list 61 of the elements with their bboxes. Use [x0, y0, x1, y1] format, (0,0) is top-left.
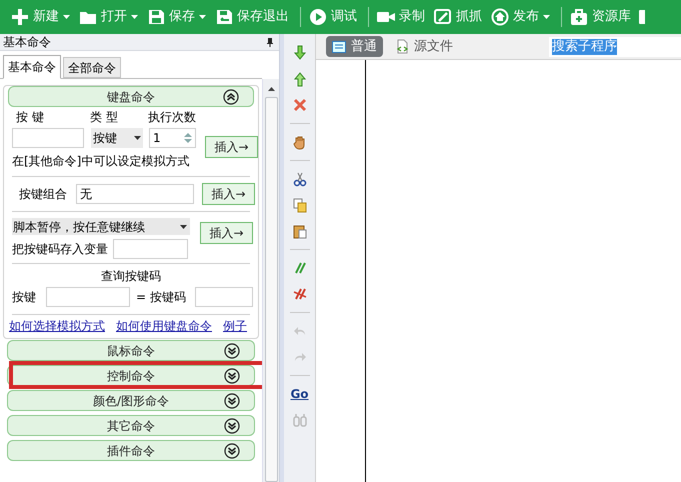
scrollbar-thumb[interactable]: [264, 97, 278, 482]
scissors-icon[interactable]: [292, 171, 308, 187]
hand-icon[interactable]: [292, 134, 308, 150]
column-label: 按 键: [16, 109, 45, 126]
field-label: 按键: [12, 289, 36, 306]
plus-icon: [11, 8, 29, 26]
panel-tab[interactable]: 全部命令: [63, 57, 121, 78]
copy-icon[interactable]: [292, 197, 308, 213]
double-chevron-up-icon[interactable]: [223, 89, 239, 105]
double-chevron-down-icon[interactable]: [224, 443, 240, 459]
list-icon: [332, 40, 346, 52]
caret-icon: [180, 224, 187, 228]
section-header[interactable]: 插件命令: [7, 440, 255, 461]
double-chevron-down-icon[interactable]: [224, 343, 240, 359]
insert-button[interactable]: 插入→: [205, 136, 258, 158]
down-arrow-icon[interactable]: [292, 45, 308, 61]
insert-button[interactable]: 插入→: [202, 183, 255, 205]
section-header[interactable]: 键盘命令: [8, 86, 254, 107]
scroll-up-icon[interactable]: [268, 87, 274, 91]
field-label: = 按键码: [136, 289, 186, 306]
editor-tab[interactable]: 普通: [326, 36, 383, 57]
code-file-icon: [395, 39, 409, 54]
picker-icon: [434, 8, 452, 26]
section-subtitle: 查询按键码: [101, 268, 161, 285]
paste-icon[interactable]: [292, 223, 308, 239]
home-circle-icon: [491, 8, 509, 26]
section-header[interactable]: 鼠标命令: [7, 340, 255, 361]
caret-icon: [134, 136, 141, 140]
section-header[interactable]: 控制命令: [7, 365, 255, 386]
section-header[interactable]: 颜色/图形命令: [7, 390, 255, 411]
insert-button[interactable]: 插入→: [200, 222, 253, 244]
double-chevron-down-icon[interactable]: [224, 418, 240, 434]
field-label: 把按键码存入变量: [12, 241, 108, 258]
uncomment-slashes-icon[interactable]: [292, 286, 308, 302]
up-arrow-icon[interactable]: [292, 71, 308, 87]
variable-input[interactable]: [113, 239, 188, 259]
help-link[interactable]: 如何选择模拟方式: [9, 317, 105, 335]
pin-icon[interactable]: [267, 38, 273, 46]
help-link[interactable]: 例子: [223, 317, 247, 335]
go-button[interactable]: Go: [290, 381, 309, 407]
spin-arrows-icon: [184, 132, 192, 144]
editor-tab[interactable]: 源文件: [389, 36, 459, 57]
key-input[interactable]: [46, 287, 130, 307]
hint-text: 在[其他命令]中可以设定模拟方式: [12, 153, 190, 170]
section-header[interactable]: 其它命令: [7, 415, 255, 436]
key-input[interactable]: [12, 128, 84, 148]
panel-tab[interactable]: 基本命令: [3, 55, 61, 79]
help-link[interactable]: 如何使用键盘命令: [116, 317, 212, 335]
column-label: 类 型: [90, 109, 119, 126]
field-label: 按键组合: [19, 186, 67, 203]
pause-select[interactable]: 脚本暂停，按任意键继续: [12, 218, 190, 235]
count-spinner[interactable]: 1: [149, 128, 196, 148]
double-chevron-down-icon[interactable]: [224, 368, 240, 384]
combo-input[interactable]: 无: [76, 184, 194, 204]
play-icon: [309, 8, 327, 26]
key-code-input[interactable]: [194, 287, 253, 307]
column-label: 执行次数: [148, 109, 197, 126]
panel-title: 基本命令: [3, 34, 51, 51]
type-select[interactable]: 按键: [91, 128, 143, 148]
double-chevron-down-icon[interactable]: [224, 393, 240, 409]
delete-icon[interactable]: [292, 97, 308, 113]
